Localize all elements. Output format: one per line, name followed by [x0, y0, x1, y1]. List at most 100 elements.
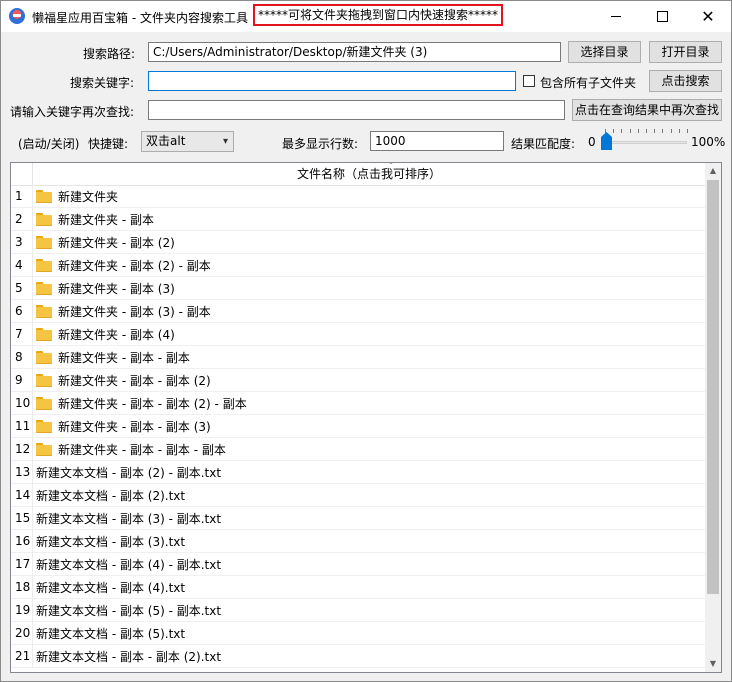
slider-tick: [654, 129, 656, 133]
table-row[interactable]: 9 新建文件夹 - 副本 - 副本 (2): [11, 369, 705, 392]
vertical-scrollbar[interactable]: ▲ ▼: [705, 163, 721, 672]
folder-icon: [36, 305, 52, 318]
row-name-text: 新建文本文档 - 副本 (2) - 副本.txt: [36, 465, 222, 480]
path-input[interactable]: C:/Users/Administrator/Desktop/新建文件夹 (3): [148, 42, 561, 62]
title-bar[interactable]: 懒福星应用百宝箱 - 文件夹内容搜索工具 *****可将文件夹拖拽到窗口内快速搜…: [1, 1, 731, 32]
row-number: 12: [11, 438, 33, 461]
app-logo-icon: [9, 8, 25, 24]
table-row[interactable]: 2 新建文件夹 - 副本: [11, 208, 705, 231]
row-name-text: 新建文件夹 - 副本: [58, 212, 154, 227]
folder-icon: [36, 420, 52, 433]
slider-tick: [687, 129, 688, 133]
row-number: 13: [11, 461, 33, 484]
refine-input[interactable]: [148, 100, 565, 120]
slider-tick: [621, 129, 623, 133]
hotkey-toggle-label[interactable]: (启动/关闭): [18, 135, 79, 152]
scroll-thumb[interactable]: [707, 180, 719, 594]
table-row[interactable]: 8 新建文件夹 - 副本 - 副本: [11, 346, 705, 369]
maximize-icon: [656, 11, 668, 22]
row-name-text: 新建文本文档 - 副本 (4).txt: [36, 580, 186, 595]
table-row[interactable]: 19 新建文本文档 - 副本 (5) - 副本.txt: [11, 599, 705, 622]
row-number: 8: [11, 346, 33, 369]
row-name-text: 新建文本文档 - 副本 (3).txt: [36, 534, 186, 549]
app-window: 懒福星应用百宝箱 - 文件夹内容搜索工具 *****可将文件夹拖拽到窗口内快速搜…: [0, 0, 732, 682]
sort-arrow-icon: ﹀: [387, 162, 395, 170]
row-name: 新建文件夹 - 副本 (3): [36, 277, 175, 300]
maximize-button[interactable]: [639, 1, 685, 32]
table-row[interactable]: 1 新建文件夹: [11, 185, 705, 208]
row-name-text: 新建文件夹 - 副本 - 副本 (2) - 副本: [58, 396, 247, 411]
row-number: 9: [11, 369, 33, 392]
folder-icon: [36, 328, 52, 341]
close-button[interactable]: ✕: [685, 1, 731, 32]
row-number: 4: [11, 254, 33, 277]
row-name: 新建文本文档 - 副本 (5).txt: [36, 622, 185, 645]
row-name: 新建文件夹 - 副本 - 副本 - 副本: [36, 438, 226, 461]
scroll-down-icon[interactable]: ▼: [705, 656, 721, 672]
row-number: 21: [11, 645, 33, 668]
row-name-text: 新建文件夹 - 副本 - 副本 (2): [58, 373, 211, 388]
include-subfolders-checkbox[interactable]: [523, 75, 535, 87]
table-row[interactable]: 3 新建文件夹 - 副本 (2): [11, 231, 705, 254]
table-row[interactable]: 20 新建文本文档 - 副本 (5).txt: [11, 622, 705, 645]
results-list[interactable]: ﹀ 文件名称（点击我可排序） 1 新建文件夹 2 新建文件夹 - 副本 3 新建文件夹 -…: [10, 162, 722, 673]
row-number: 20: [11, 622, 33, 645]
minimize-button[interactable]: [593, 1, 639, 32]
table-row[interactable]: 4 新建文件夹 - 副本 (2) - 副本: [11, 254, 705, 277]
table-row[interactable]: 12 新建文件夹 - 副本 - 副本 - 副本: [11, 438, 705, 461]
folder-icon: [36, 236, 52, 249]
table-row[interactable]: 18 新建文本文档 - 副本 (4).txt: [11, 576, 705, 599]
table-row[interactable]: 15 新建文本文档 - 副本 (3) - 副本.txt: [11, 507, 705, 530]
row-number: 18: [11, 576, 33, 599]
row-number: 15: [11, 507, 33, 530]
slider-tick: [662, 129, 664, 133]
table-row[interactable]: 11 新建文件夹 - 副本 - 副本 (3): [11, 415, 705, 438]
folder-icon: [36, 397, 52, 410]
refine-search-button[interactable]: 点击在查询结果中再次查找: [572, 99, 722, 121]
max-rows-input[interactable]: 1000: [370, 131, 504, 151]
row-name-text: 新建文本文档 - 副本 (5) - 副本.txt: [36, 603, 222, 618]
keyword-input[interactable]: [148, 71, 516, 91]
open-dir-button[interactable]: 打开目录: [649, 41, 722, 63]
slider-tick: [629, 129, 631, 133]
include-subfolders-label[interactable]: 包含所有子文件夹: [540, 74, 636, 91]
folder-icon: [36, 443, 52, 456]
row-number: 19: [11, 599, 33, 622]
table-row[interactable]: 17 新建文本文档 - 副本 (4) - 副本.txt: [11, 553, 705, 576]
refine-label: 请输入关键字再次查找:: [10, 105, 135, 119]
row-name-text: 新建文件夹 - 副本 (3): [58, 281, 175, 296]
table-row[interactable]: 7 新建文件夹 - 副本 (4): [11, 323, 705, 346]
column-header-number[interactable]: [11, 163, 33, 185]
match-slider-track[interactable]: [605, 141, 687, 144]
row-name: 新建文本文档 - 副本 (2) - 副本.txt: [36, 461, 221, 484]
row-number: 6: [11, 300, 33, 323]
row-name: 新建文本文档 - 副本 (2).txt: [36, 484, 185, 507]
folder-icon: [36, 374, 52, 387]
table-row[interactable]: 5 新建文件夹 - 副本 (3): [11, 277, 705, 300]
search-button[interactable]: 点击搜索: [649, 70, 722, 92]
choose-dir-button[interactable]: 选择目录: [568, 41, 641, 63]
hotkey-select-value: 双击alt: [146, 134, 186, 148]
row-name: 新建文件夹 - 副本 (2): [36, 231, 175, 254]
match-slider-thumb[interactable]: [601, 132, 612, 150]
column-header-name[interactable]: ﹀ 文件名称（点击我可排序）: [33, 163, 705, 185]
match-label: 结果匹配度:: [511, 137, 576, 151]
table-row[interactable]: 13 新建文本文档 - 副本 (2) - 副本.txt: [11, 461, 705, 484]
slider-tick: [613, 129, 615, 133]
row-name-text: 新建文本文档 - 副本 (3) - 副本.txt: [36, 511, 222, 526]
folder-icon: [36, 259, 52, 272]
row-name: 新建文件夹 - 副本 - 副本 (2) - 副本: [36, 392, 247, 415]
table-row[interactable]: 10 新建文件夹 - 副本 - 副本 (2) - 副本: [11, 392, 705, 415]
hotkey-select[interactable]: 双击alt ▾: [141, 131, 234, 152]
table-row[interactable]: 16 新建文本文档 - 副本 (3).txt: [11, 530, 705, 553]
slider-tick: [678, 129, 680, 133]
table-row[interactable]: 21 新建文本文档 - 副本 - 副本 (2).txt: [11, 645, 705, 668]
row-number: 11: [11, 415, 33, 438]
scroll-up-icon[interactable]: ▲: [705, 163, 721, 179]
row-name-text: 新建文件夹 - 副本 (4): [58, 327, 175, 342]
drag-drop-hint: *****可将文件夹拖拽到窗口内快速搜索*****: [253, 4, 503, 26]
table-row[interactable]: 14 新建文本文档 - 副本 (2).txt: [11, 484, 705, 507]
table-row[interactable]: 6 新建文件夹 - 副本 (3) - 副本: [11, 300, 705, 323]
match-min-label: 0: [588, 135, 596, 149]
row-number: 2: [11, 208, 33, 231]
